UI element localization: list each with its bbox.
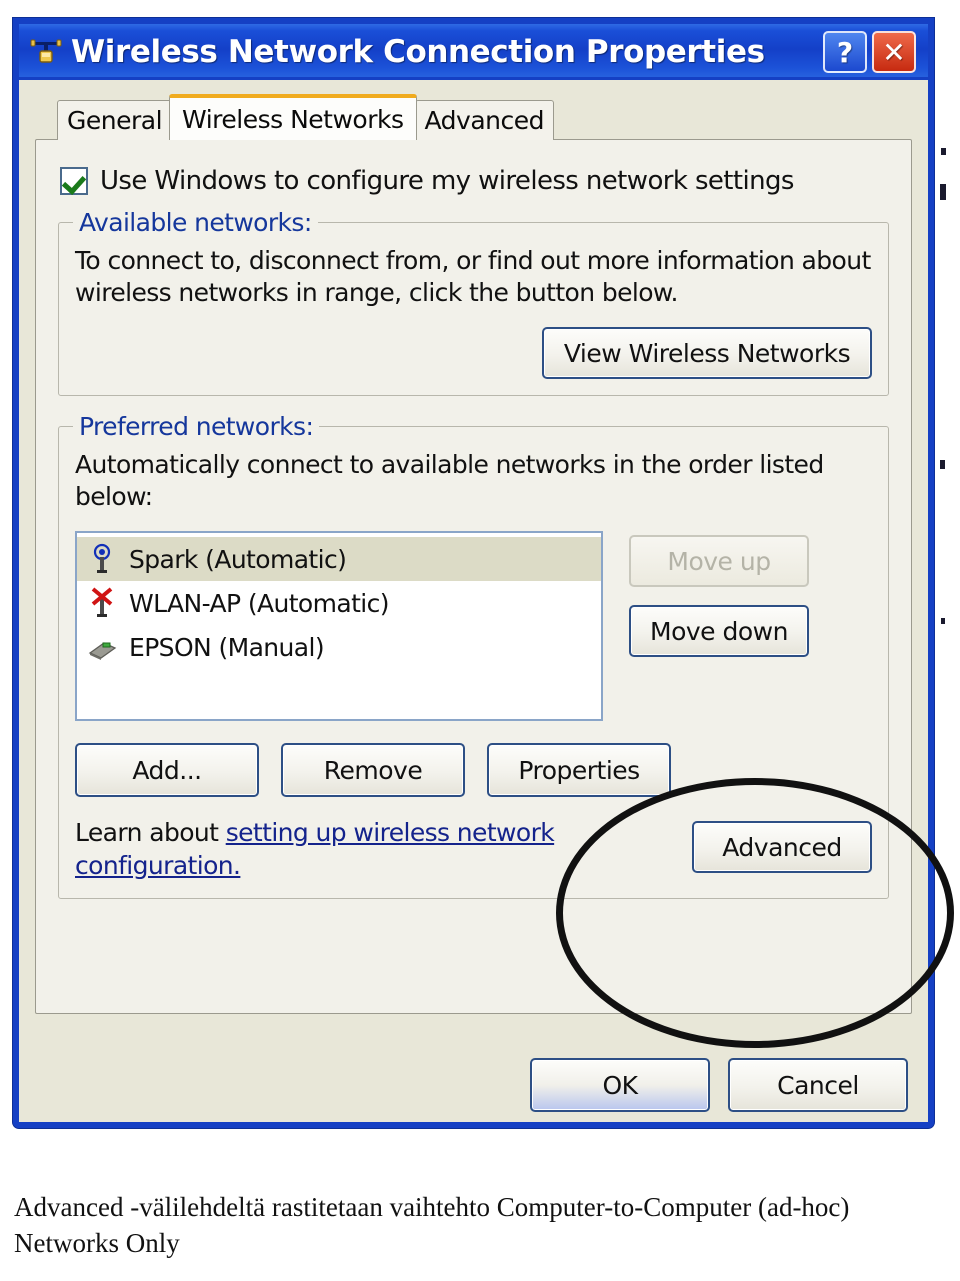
tab-strip: General Wireless Networks Advanced — [35, 94, 912, 140]
titlebar-buttons: ? ✕ — [823, 31, 916, 73]
help-button[interactable]: ? — [823, 31, 867, 73]
preferred-networks-list-row: Spark (Automatic) WLAN-AP (Automatic) EP… — [75, 531, 872, 721]
learn-prefix: Learn about — [75, 818, 226, 847]
use-windows-checkbox-label: Use Windows to configure my wireless net… — [100, 166, 794, 196]
tab-panel-wireless-networks: Use Windows to configure my wireless net… — [35, 139, 912, 1014]
available-networks-group: Available networks: To connect to, disco… — [58, 208, 889, 396]
preferred-networks-legend: Preferred networks: — [73, 412, 320, 441]
use-windows-checkbox-row[interactable]: Use Windows to configure my wireless net… — [60, 166, 893, 196]
scan-artifact — [941, 148, 946, 155]
dialog-footer: OK Cancel — [19, 1058, 928, 1112]
ok-button[interactable]: OK — [530, 1058, 710, 1112]
list-item-label: WLAN-AP (Automatic) — [129, 588, 390, 618]
figure-caption: Advanced -välilehdeltä rastitetaan vaiht… — [14, 1192, 850, 1258]
view-wireless-networks-row: View Wireless Networks — [75, 327, 872, 379]
network-card-icon — [87, 631, 117, 663]
list-item-label: Spark (Automatic) — [129, 544, 347, 574]
advanced-button[interactable]: Advanced — [692, 821, 872, 873]
preferred-networks-action-row: Add... Remove Properties — [75, 743, 872, 797]
dialog-body: General Wireless Networks Advanced Use W… — [19, 80, 928, 1122]
tab-wireless-networks[interactable]: Wireless Networks — [169, 94, 417, 140]
close-button[interactable]: ✕ — [872, 31, 916, 73]
move-down-button[interactable]: Move down — [629, 605, 809, 657]
scan-artifact — [941, 618, 945, 624]
title-bar: Wireless Network Connection Properties ?… — [19, 18, 928, 80]
scan-artifact — [940, 460, 945, 469]
list-item[interactable]: EPSON (Manual) — [77, 625, 601, 669]
move-up-button[interactable]: Move up — [629, 535, 809, 587]
preferred-networks-group: Preferred networks: Automatically connec… — [58, 412, 889, 899]
remove-button[interactable]: Remove — [281, 743, 465, 797]
list-item[interactable]: Spark (Automatic) — [77, 537, 601, 581]
properties-dialog: Wireless Network Connection Properties ?… — [13, 18, 934, 1128]
list-item[interactable]: WLAN-AP (Automatic) — [77, 581, 601, 625]
network-connection-icon — [29, 35, 63, 69]
wireless-disconnected-icon — [87, 587, 117, 619]
preferred-networks-description: Automatically connect to available netwo… — [75, 450, 824, 511]
learn-row: Learn about setting up wireless network … — [75, 817, 872, 882]
wireless-signal-icon — [87, 543, 117, 575]
tab-advanced[interactable]: Advanced — [414, 100, 554, 140]
list-item-label: EPSON (Manual) — [129, 632, 325, 662]
window-title: Wireless Network Connection Properties — [71, 34, 765, 70]
properties-button[interactable]: Properties — [487, 743, 671, 797]
available-networks-legend: Available networks: — [73, 208, 318, 237]
view-wireless-networks-button[interactable]: View Wireless Networks — [542, 327, 872, 379]
scan-artifact — [940, 184, 946, 200]
use-windows-checkbox[interactable] — [60, 167, 88, 195]
learn-about-text: Learn about setting up wireless network … — [75, 817, 575, 882]
preferred-networks-listbox[interactable]: Spark (Automatic) WLAN-AP (Automatic) EP… — [75, 531, 603, 721]
cancel-button[interactable]: Cancel — [728, 1058, 908, 1112]
add-button[interactable]: Add... — [75, 743, 259, 797]
screenshot-root: Wireless Network Connection Properties ?… — [0, 0, 960, 1281]
available-networks-description: To connect to, disconnect from, or find … — [75, 246, 871, 307]
tab-general[interactable]: General — [57, 100, 173, 140]
list-side-buttons: Move up Move down — [629, 531, 809, 721]
